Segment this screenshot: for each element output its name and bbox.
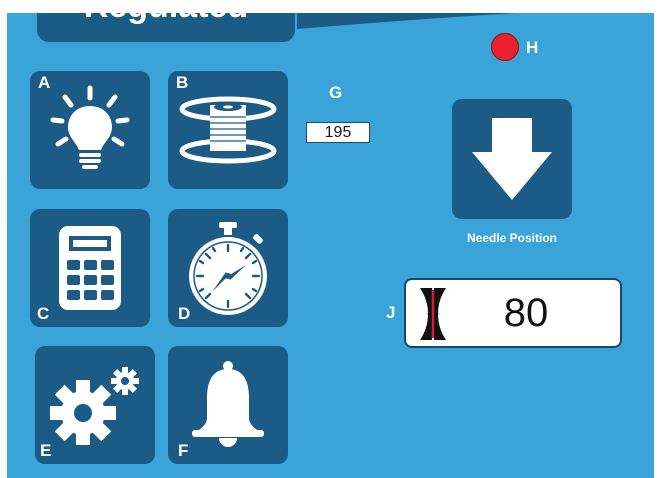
calculator-icon <box>59 226 121 310</box>
needle-position-label: Needle Position <box>466 231 558 245</box>
tile-d-stopwatch-button[interactable]: D <box>168 209 288 327</box>
needle-position-button[interactable] <box>452 99 572 219</box>
stitch-width-icon <box>420 288 446 340</box>
j-label: J <box>386 303 396 322</box>
tile-b-label: B <box>176 73 189 92</box>
tile-f-alarm-button[interactable]: F <box>168 346 288 464</box>
g-value-display[interactable]: 195 <box>306 122 370 143</box>
tile-b-spool-button[interactable]: B <box>168 71 288 189</box>
tile-f-label: F <box>178 441 189 460</box>
tile-e-label: E <box>40 441 52 460</box>
lightbulb-icon <box>50 85 130 169</box>
gears-icon <box>50 367 139 445</box>
title-tab: Regulated <box>37 13 295 42</box>
bell-icon <box>192 361 264 447</box>
h-label: H <box>526 38 539 57</box>
stitch-width-field[interactable]: 80 <box>404 278 622 348</box>
stitch-width-value: 80 <box>503 291 549 335</box>
stopwatch-icon <box>189 222 267 315</box>
tile-c-calculator-button[interactable]: C <box>30 209 150 327</box>
tile-a-label: A <box>38 73 51 92</box>
tile-c-label: C <box>37 304 50 323</box>
g-label: G <box>329 83 343 102</box>
machine-screen: Regulated A <box>7 13 654 478</box>
spool-icon <box>179 96 277 164</box>
tile-d-label: D <box>178 304 191 323</box>
tile-e-settings-button[interactable]: E <box>35 346 155 464</box>
status-indicator-dot <box>491 33 519 61</box>
tile-a-light-button[interactable]: A <box>30 71 150 189</box>
title-swoosh <box>297 13 517 29</box>
page-title: Regulated <box>37 13 295 23</box>
arrow-down-icon <box>472 118 552 200</box>
